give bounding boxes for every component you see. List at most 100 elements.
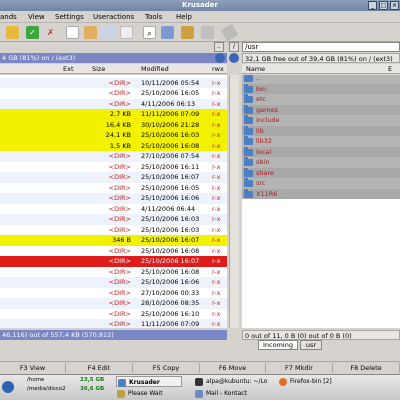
close-icon[interactable]: ×	[390, 1, 399, 10]
file-permissions: r-x	[212, 162, 221, 171]
menu-help[interactable]: Help	[176, 13, 192, 21]
f6-move-button[interactable]: F6 Move	[200, 363, 266, 373]
file-name: local	[256, 147, 272, 156]
right-file-row[interactable]: lib32	[242, 136, 400, 147]
search-icon[interactable]: ⌕	[143, 26, 156, 39]
network-icon[interactable]	[161, 26, 174, 39]
task-kontact[interactable]: Mail - Kontact	[194, 388, 274, 399]
column-modified[interactable]: Modified	[141, 64, 169, 74]
folder-icon	[244, 178, 253, 187]
document-icon[interactable]	[66, 26, 79, 39]
column-ext[interactable]: Ext	[63, 64, 74, 74]
right-file-row[interactable]: etc	[242, 94, 400, 105]
left-file-row[interactable]: 346 B 25/10/2006 16:07 r-x	[0, 235, 227, 246]
left-file-row[interactable]: 2,7 KB 11/11/2006 07:09 r-x	[0, 109, 227, 120]
left-parent-button[interactable]: ..	[214, 42, 224, 52]
left-file-row[interactable]: <DIR> 11/11/2006 07:09 r-x	[0, 319, 227, 328]
right-file-row[interactable]: local	[242, 146, 400, 157]
menu-view[interactable]: View	[28, 13, 45, 21]
sync-icon[interactable]	[229, 53, 239, 63]
left-file-row[interactable]: <DIR> 25/10/2006 16:08 r-x	[0, 245, 227, 256]
file-permissions: r-x	[212, 320, 221, 328]
left-file-row[interactable]: <DIR> 4/11/2006 06:44 r-x	[0, 203, 227, 214]
left-scrollbar[interactable]	[229, 75, 239, 328]
f8-delete-button[interactable]: F8 Delete	[333, 363, 400, 373]
package-icon[interactable]	[84, 26, 97, 39]
folder-icon	[244, 115, 253, 124]
left-file-row[interactable]: <DIR> 25/10/2006 16:03 r-x	[0, 214, 227, 225]
right-file-row[interactable]: lib	[242, 125, 400, 136]
root-button[interactable]: /	[229, 42, 239, 52]
file-permissions: r-x	[212, 89, 221, 97]
compare-icon[interactable]	[102, 26, 115, 39]
right-file-list[interactable]: .. bin etc games include lib lib32 local sbin sha…	[242, 75, 400, 328]
menu-tools[interactable]: Tools	[145, 13, 162, 21]
cross-icon[interactable]: ✗	[44, 26, 57, 39]
tab-usr[interactable]: usr	[300, 340, 322, 350]
left-file-list[interactable]: <DIR> 25/10/2006 16:08 r-x <DIR> 10/11/2006 …	[0, 75, 227, 328]
right-file-row[interactable]: ..	[242, 75, 400, 84]
right-file-row[interactable]: src	[242, 178, 400, 189]
left-info-bar: 4 GB (81%) on / (ext3)	[0, 53, 227, 63]
file-name: etc	[256, 95, 267, 103]
left-file-row[interactable]: <DIR> 25/10/2006 16:06 r-x	[0, 193, 227, 204]
right-file-row[interactable]: share	[242, 167, 400, 178]
f7-mkdir-button[interactable]: F7 Mkdir	[266, 363, 333, 373]
right-file-row[interactable]: games	[242, 104, 400, 115]
tab-incoming[interactable]: Incoming	[258, 340, 298, 350]
column-size[interactable]: Size	[92, 64, 105, 74]
file-permissions: r-x	[212, 78, 221, 87]
left-file-row[interactable]: <DIR> 27/10/2006 07:54 r-x	[0, 151, 227, 162]
column-rwx[interactable]: rwx	[212, 64, 224, 74]
f4-edit-button[interactable]: F4 Edit	[66, 363, 133, 373]
right-path-field[interactable]: /usr	[242, 42, 400, 52]
left-refresh-icon[interactable]	[215, 53, 225, 63]
left-file-row[interactable]: 16,4 KB 30/10/2006 21:28 r-x	[0, 119, 227, 130]
file-modified: 30/10/2006 21:28	[141, 120, 200, 129]
folder-icon	[244, 125, 253, 135]
left-file-row[interactable]: <DIR> 25/10/2006 16:07 r-x	[0, 256, 227, 267]
kontact-app-icon	[195, 390, 203, 398]
left-file-row[interactable]: 24,1 KB 25/10/2006 16:03 r-x	[0, 130, 227, 141]
terminal-icon[interactable]	[201, 26, 214, 39]
copy-icon[interactable]	[120, 26, 133, 39]
left-file-row[interactable]: <DIR> 25/10/2006 16:05 r-x	[0, 88, 227, 99]
menu-commands[interactable]: ands	[0, 13, 17, 21]
left-file-row[interactable]: 1,5 KB 25/10/2006 16:08 r-x	[0, 140, 227, 151]
task-firefox[interactable]: Firefox-bin [2]	[278, 376, 356, 387]
right-file-row[interactable]: bin	[242, 83, 400, 94]
left-file-row[interactable]: <DIR> 27/10/2006 00:33 r-x	[0, 287, 227, 298]
left-file-row[interactable]: <DIR> 25/10/2006 16:06 r-x	[0, 277, 227, 288]
task-krusader[interactable]: Krusader	[116, 376, 182, 387]
menu-useractions[interactable]: Useractions	[93, 13, 134, 21]
left-file-row[interactable]: <DIR> 25/10/2006 16:10 r-x	[0, 308, 227, 319]
right-file-row[interactable]: sbin	[242, 157, 400, 168]
folder-icon[interactable]	[6, 26, 19, 39]
k-menu-icon[interactable]	[2, 381, 14, 393]
free-media: 36,6 GB	[80, 386, 105, 392]
maximize-icon[interactable]: □	[379, 1, 388, 10]
left-file-row[interactable]: <DIR> 10/11/2006 05:54 r-x	[0, 77, 227, 88]
left-file-row[interactable]: <DIR> 25/10/2006 16:11 r-x	[0, 161, 227, 172]
column-ext-right[interactable]: E	[388, 64, 392, 74]
left-file-row[interactable]: <DIR> 25/10/2006 16:05 r-x	[0, 182, 227, 193]
check-icon[interactable]: ✓	[26, 26, 39, 39]
f5-copy-button[interactable]: F5 Copy	[133, 363, 200, 373]
left-file-row[interactable]: <DIR> 4/11/2006 06:13 r-x	[0, 98, 227, 109]
task-please-wait[interactable]: Please Wait	[116, 388, 182, 399]
left-file-row[interactable]: <DIR> 28/10/2006 08:35 r-x	[0, 298, 227, 309]
column-name[interactable]: Name	[246, 64, 265, 74]
task-terminal[interactable]: alpa@kubuntu: ~/Lo	[194, 376, 274, 387]
edit-icon[interactable]	[181, 26, 194, 39]
left-file-row[interactable]: <DIR> 25/10/2006 16:08 r-x	[0, 266, 227, 277]
left-file-row[interactable]: <DIR> 25/10/2006 16:03 r-x	[0, 224, 227, 235]
right-file-row[interactable]: X11R6	[242, 188, 400, 199]
menu-settings[interactable]: Settings	[55, 13, 84, 21]
file-size: <DIR>	[108, 152, 131, 160]
f3-view-button[interactable]: F3 View	[0, 363, 66, 373]
minimize-icon[interactable]: _	[368, 1, 377, 10]
wrench-icon[interactable]	[220, 23, 239, 42]
right-info-bar: 32,1 GB free out of 39,4 GB (81%) on / (…	[242, 53, 400, 63]
left-file-row[interactable]: <DIR> 25/10/2006 16:07 r-x	[0, 172, 227, 183]
right-file-row[interactable]: include	[242, 115, 400, 126]
